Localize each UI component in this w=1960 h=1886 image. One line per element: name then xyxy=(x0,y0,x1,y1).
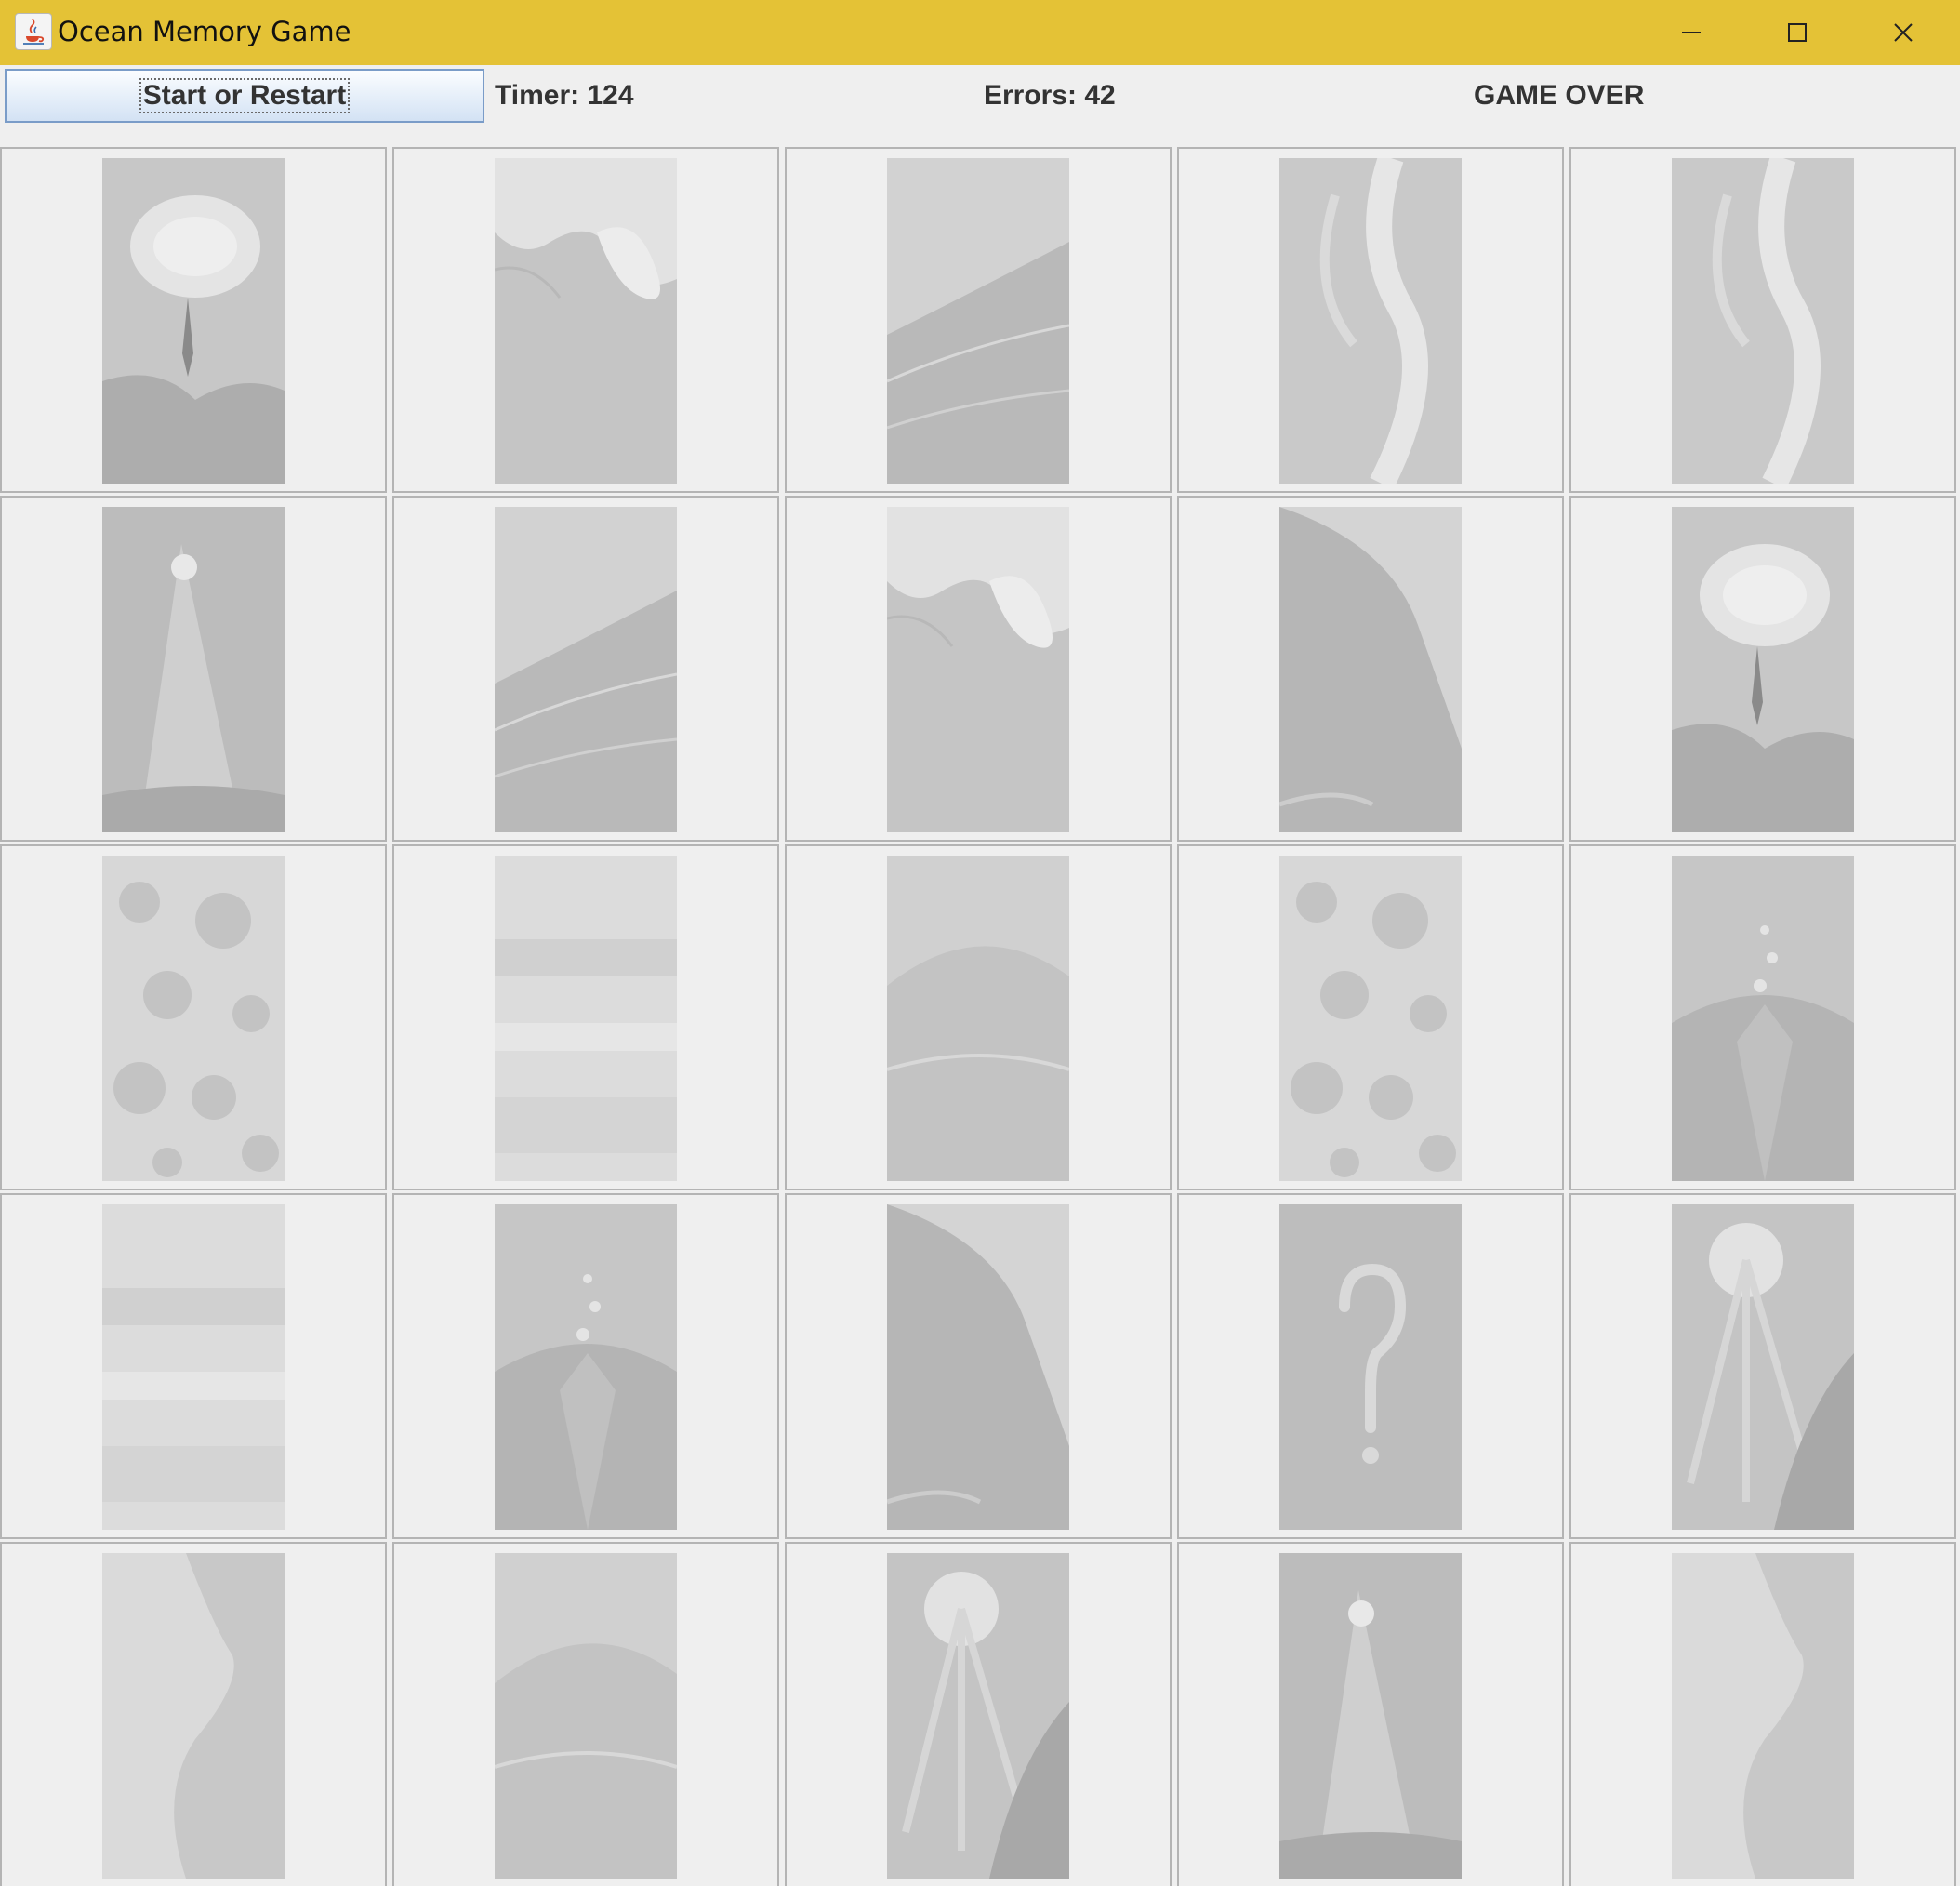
underwater-sunburst-card-image xyxy=(1672,1204,1854,1530)
card-cell[interactable] xyxy=(1569,1193,1956,1539)
start-restart-button[interactable]: Start or Restart xyxy=(5,69,484,123)
timer-label: Timer: 124 xyxy=(495,80,634,111)
card-cell[interactable] xyxy=(1177,496,1564,842)
java-cup-icon[interactable] xyxy=(15,13,52,50)
foam-texture-card-image xyxy=(1279,856,1462,1181)
curling-wave-card-image xyxy=(1279,507,1462,832)
curling-wave-card-image xyxy=(887,1204,1069,1530)
game-window: Ocean Memory Game Start or Restart Timer… xyxy=(0,0,1960,1886)
card-cell[interactable] xyxy=(392,147,779,493)
rolling-wave-card-image xyxy=(887,158,1069,484)
maximize-icon xyxy=(1788,23,1807,42)
card-cell[interactable] xyxy=(1569,1542,1956,1886)
card-cell[interactable] xyxy=(0,147,387,493)
errors-label: Errors: 42 xyxy=(984,80,1116,111)
question-mark-card-image xyxy=(1279,1204,1462,1530)
card-cell[interactable] xyxy=(392,844,779,1190)
underwater-cave-light-card-image xyxy=(102,507,285,832)
card-cell[interactable] xyxy=(0,496,387,842)
diver-cave-card-image xyxy=(102,158,285,484)
breaking-wave-spray-card-image xyxy=(887,507,1069,832)
underwater-cave-light-card-image xyxy=(1279,1553,1462,1879)
close-icon xyxy=(1894,23,1913,42)
card-cell[interactable] xyxy=(392,496,779,842)
splash-wave-card-image xyxy=(1672,856,1854,1181)
game-status-label: GAME OVER xyxy=(1474,80,1645,111)
card-grid xyxy=(0,147,1960,1886)
aerial-shoreline-card-image xyxy=(1672,1553,1854,1879)
foam-texture-card-image xyxy=(102,856,285,1181)
card-cell[interactable] xyxy=(785,1193,1172,1539)
card-cell[interactable] xyxy=(785,147,1172,493)
minimize-button[interactable] xyxy=(1638,0,1744,65)
card-cell[interactable] xyxy=(392,1542,779,1886)
card-cell[interactable] xyxy=(785,496,1172,842)
misty-surf-card-image xyxy=(495,856,677,1181)
start-restart-label: Start or Restart xyxy=(139,78,351,113)
card-cell[interactable] xyxy=(1177,1193,1564,1539)
aerial-shoreline-card-image xyxy=(102,1553,285,1879)
card-cell[interactable] xyxy=(1177,844,1564,1190)
toolbar: Start or Restart Timer: 124 Errors: 42 G… xyxy=(0,65,1960,145)
card-cell[interactable] xyxy=(1569,147,1956,493)
rolling-wave-card-image xyxy=(495,507,677,832)
card-cell[interactable] xyxy=(0,1193,387,1539)
misty-surf-card-image xyxy=(102,1204,285,1530)
card-cell[interactable] xyxy=(0,1542,387,1886)
close-button[interactable] xyxy=(1850,0,1956,65)
breaking-wave-spray-card-image xyxy=(495,158,677,484)
aerial-foam-card-image xyxy=(1279,158,1462,484)
card-cell[interactable] xyxy=(1569,496,1956,842)
window-title: Ocean Memory Game xyxy=(58,16,351,47)
underwater-sunburst-card-image xyxy=(887,1553,1069,1879)
maximize-button[interactable] xyxy=(1744,0,1850,65)
card-cell[interactable] xyxy=(0,844,387,1190)
card-cell[interactable] xyxy=(1177,1542,1564,1886)
wave-swell-card-image xyxy=(495,1553,677,1879)
diver-cave-card-image xyxy=(1672,507,1854,832)
title-bar[interactable]: Ocean Memory Game xyxy=(0,0,1960,65)
aerial-foam-card-image xyxy=(1672,158,1854,484)
card-cell[interactable] xyxy=(785,1542,1172,1886)
minimize-icon xyxy=(1682,32,1701,33)
card-cell[interactable] xyxy=(1177,147,1564,493)
card-cell[interactable] xyxy=(392,1193,779,1539)
wave-swell-card-image xyxy=(887,856,1069,1181)
splash-wave-card-image xyxy=(495,1204,677,1530)
card-cell[interactable] xyxy=(1569,844,1956,1190)
card-cell[interactable] xyxy=(785,844,1172,1190)
